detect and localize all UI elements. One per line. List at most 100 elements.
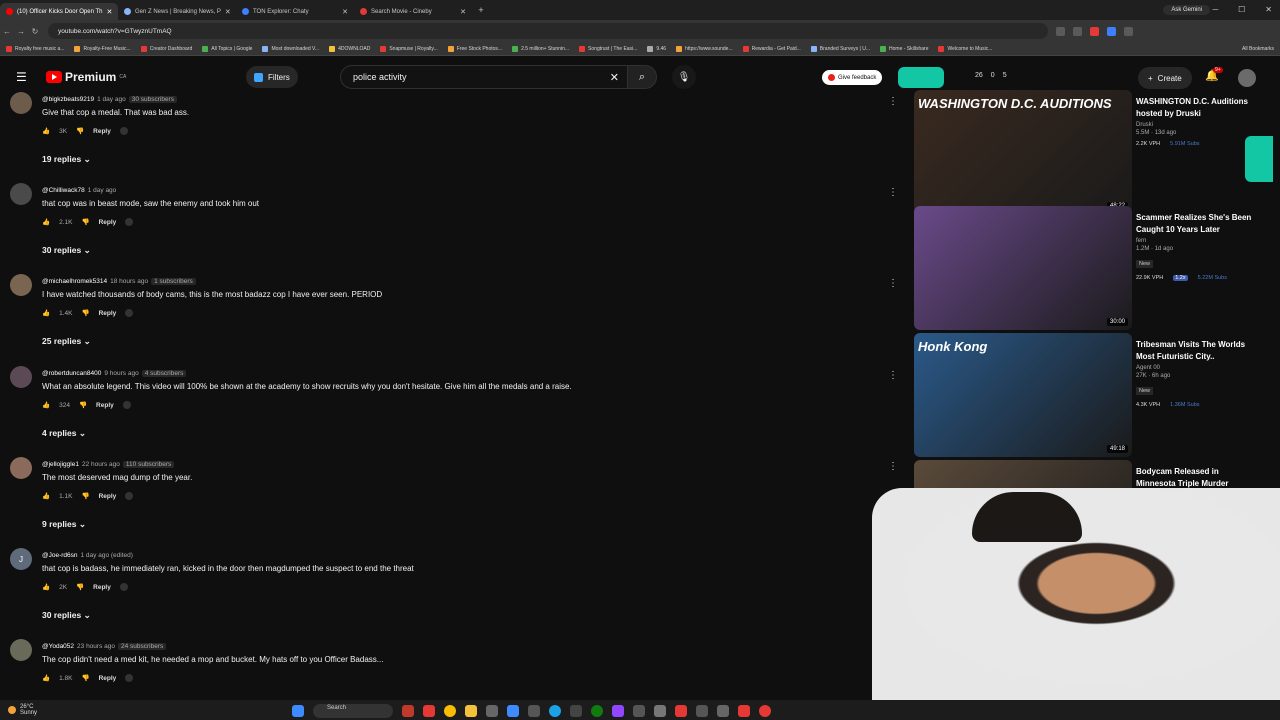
browser-tab-2[interactable]: TON Explorer: Chaty ✕: [236, 3, 354, 20]
create-button[interactable]: + Create: [1138, 67, 1192, 89]
app-icon[interactable]: [759, 705, 771, 717]
comment-author[interactable]: @bigkzbeats9219: [42, 96, 94, 103]
reply-button[interactable]: Reply: [96, 402, 114, 409]
more-actions-icon[interactable]: ⋮: [888, 96, 898, 107]
bookmark[interactable]: 4DOWNLOAD: [329, 45, 370, 52]
comment-time[interactable]: 9 hours ago: [104, 370, 138, 377]
comment-author[interactable]: @Joe-rd6sn: [42, 552, 78, 559]
url-field[interactable]: youtube.com/watch?v=GTwyznUTmAQ: [48, 23, 1048, 39]
like-icon[interactable]: 👍: [42, 674, 50, 682]
browser-tab-3[interactable]: Search Movie - Cineby ✕: [354, 3, 472, 20]
taskbar-search[interactable]: Search: [313, 704, 393, 718]
clear-search-icon[interactable]: ✕: [610, 71, 619, 84]
like-icon[interactable]: 👍: [42, 127, 50, 135]
like-icon[interactable]: 👍: [42, 583, 50, 591]
app-icon[interactable]: [696, 705, 708, 717]
app-icon[interactable]: [717, 705, 729, 717]
dislike-icon[interactable]: 👎: [81, 218, 89, 226]
video-thumbnail[interactable]: WASHINGTON D.C. AUDITIONS48:22: [914, 90, 1132, 214]
filters-button[interactable]: Filters: [246, 66, 298, 88]
bookmark[interactable]: Free Stock Photos...: [447, 45, 502, 52]
bookmark[interactable]: Creator Dashboard: [140, 45, 192, 52]
bookmark[interactable]: All Topics | Google: [202, 45, 252, 52]
extension-toolbar-button[interactable]: [898, 67, 944, 88]
more-actions-icon[interactable]: ⋮: [888, 370, 898, 381]
comment-author[interactable]: @robertduncan8400: [42, 370, 101, 377]
video-thumbnail[interactable]: 30:00: [914, 206, 1132, 330]
comment-time[interactable]: 18 hours ago: [110, 278, 148, 285]
reply-button[interactable]: Reply: [99, 310, 117, 317]
recommended-video[interactable]: WASHINGTON D.C. AUDITIONS48:22WASHINGTON…: [914, 90, 1274, 214]
bookmark[interactable]: Snapmuse | Royalty...: [380, 45, 438, 52]
voice-search-button[interactable]: 🎙: [672, 65, 696, 89]
commenter-avatar[interactable]: [10, 92, 32, 114]
comment-time[interactable]: 1 day ago: [97, 96, 126, 103]
channel-name[interactable]: fern: [1136, 238, 1260, 244]
bookmark[interactable]: Home - Skillshare: [880, 45, 928, 52]
comment-time[interactable]: 1 day ago (edited): [81, 552, 133, 559]
bookmark[interactable]: Royalty-Free Music...: [74, 45, 131, 52]
view-replies-button[interactable]: 4 replies ⌄: [42, 428, 86, 439]
comment-time[interactable]: 22 hours ago: [82, 461, 120, 468]
extension-icon[interactable]: [1073, 26, 1082, 36]
youtube-premium-logo[interactable]: Premium CA: [46, 70, 126, 84]
bookmark[interactable]: Most downloaded V...: [262, 45, 319, 52]
forward-icon[interactable]: →: [14, 27, 28, 36]
view-replies-button[interactable]: 25 replies ⌄: [42, 336, 91, 347]
bookmark[interactable]: Songtrust | The Easi...: [579, 45, 637, 52]
weather-widget[interactable]: 26°C Sunny: [8, 704, 37, 716]
comment-author[interactable]: @michaelhromek5314: [42, 278, 107, 285]
give-feedback-button[interactable]: Give feedback: [822, 70, 883, 85]
comment-time[interactable]: 23 hours ago: [77, 643, 115, 650]
comment-author[interactable]: @Chilliwack78: [42, 187, 85, 194]
close-tab-icon[interactable]: ✕: [225, 8, 231, 16]
maximize-icon[interactable]: ☐: [1238, 5, 1245, 14]
new-tab-button[interactable]: +: [472, 5, 490, 15]
browser-tab-1[interactable]: Gen Z News | Breaking News, P ✕: [118, 3, 236, 20]
dislike-icon[interactable]: 👎: [81, 674, 89, 682]
app-icon[interactable]: [738, 705, 750, 717]
comment-time[interactable]: 1 day ago: [88, 187, 117, 194]
bookmark[interactable]: 9.46: [647, 45, 666, 52]
commenter-avatar[interactable]: [10, 639, 32, 661]
chrome-icon[interactable]: [444, 705, 456, 717]
browser-tab-0[interactable]: (10) Officer Kicks Door Open Th ✕: [0, 3, 118, 20]
view-replies-button[interactable]: 30 replies ⌄: [42, 610, 91, 621]
reply-button[interactable]: Reply: [99, 493, 117, 500]
like-icon[interactable]: 👍: [42, 401, 50, 409]
close-tab-icon[interactable]: ✕: [460, 8, 466, 16]
comment-author[interactable]: @Yoda052: [42, 643, 74, 650]
xbox-icon[interactable]: [591, 705, 603, 717]
back-icon[interactable]: ←: [0, 27, 14, 36]
like-icon[interactable]: 👍: [42, 492, 50, 500]
app-icon[interactable]: [528, 705, 540, 717]
bookmark[interactable]: Branded Surveys | U...: [810, 45, 870, 52]
video-title[interactable]: Scammer Realizes She's Been Caught 10 Ye…: [1136, 212, 1260, 236]
video-title[interactable]: Tribesman Visits The Worlds Most Futuris…: [1136, 339, 1260, 363]
reply-button[interactable]: Reply: [99, 219, 117, 226]
app-icon[interactable]: [402, 705, 414, 717]
close-tab-icon[interactable]: ✕: [106, 8, 112, 16]
menu-icon[interactable]: ☰: [16, 70, 30, 84]
close-window-icon[interactable]: ✕: [1265, 5, 1272, 14]
commenter-avatar[interactable]: J: [10, 548, 32, 570]
commenter-avatar[interactable]: [10, 366, 32, 388]
dislike-icon[interactable]: 👎: [76, 583, 84, 591]
folder-icon[interactable]: [465, 705, 477, 717]
video-thumbnail[interactable]: Honk Kong 49:18: [914, 333, 1132, 457]
dislike-icon[interactable]: 👎: [76, 127, 84, 135]
like-icon[interactable]: 👍: [42, 218, 50, 226]
all-bookmarks[interactable]: All Bookmarks: [1242, 46, 1274, 52]
bookmark[interactable]: 2.5 million+ Stunnin...: [512, 45, 569, 52]
commenter-avatar[interactable]: [10, 457, 32, 479]
commenter-avatar[interactable]: [10, 274, 32, 296]
close-tab-icon[interactable]: ✕: [342, 8, 348, 16]
extension-icon[interactable]: [1107, 26, 1116, 36]
reply-button[interactable]: Reply: [99, 675, 117, 682]
app-icon[interactable]: [486, 705, 498, 717]
app-icon[interactable]: [675, 705, 687, 717]
more-actions-icon[interactable]: ⋮: [888, 278, 898, 289]
reply-button[interactable]: Reply: [93, 584, 111, 591]
bookmark[interactable]: Welcome to Music...: [938, 45, 992, 52]
commenter-avatar[interactable]: [10, 183, 32, 205]
